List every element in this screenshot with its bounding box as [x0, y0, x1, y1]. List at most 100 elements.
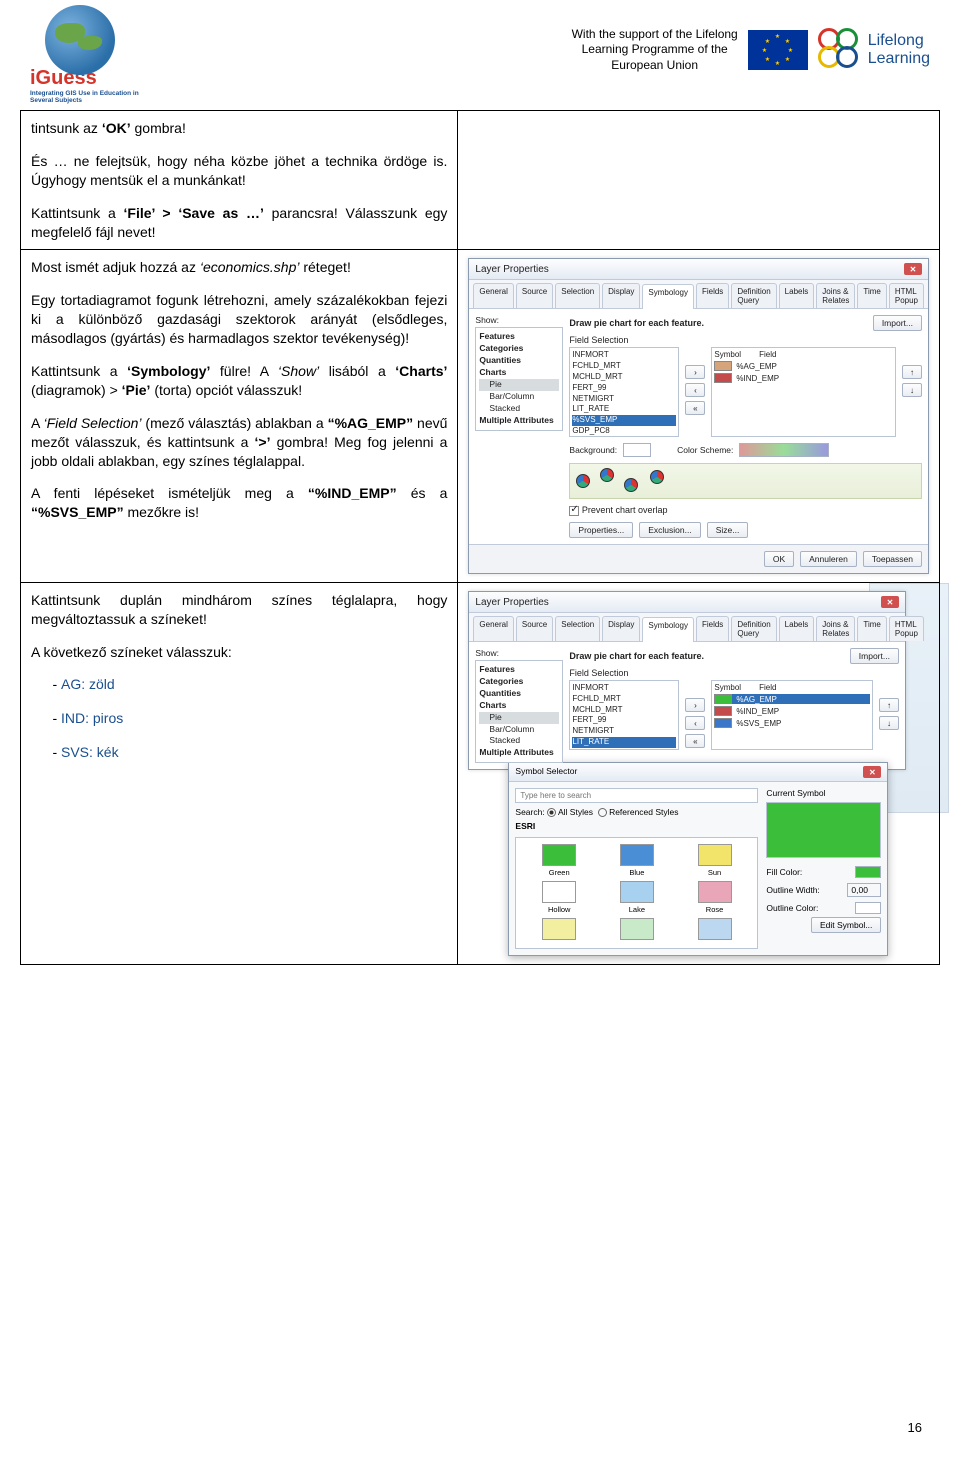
tab-display[interactable]: Display	[602, 616, 640, 641]
symbol-field-list[interactable]: Symbol Field %AG_EMP %IND_EMP %SVS_EMP	[711, 680, 873, 750]
tree-quantities[interactable]: Quantities	[479, 688, 559, 700]
tab-joins[interactable]: Joins & Relates	[816, 283, 855, 308]
tree-categories[interactable]: Categories	[479, 676, 559, 688]
outlinecolor-picker[interactable]	[855, 902, 881, 914]
symbol-row[interactable]: %IND_EMP	[714, 373, 893, 383]
tab-html[interactable]: HTML Popup	[889, 283, 924, 308]
list-item-selected[interactable]: %SVS_EMP	[572, 415, 676, 426]
tab-source[interactable]: Source	[516, 283, 553, 308]
tab-joins[interactable]: Joins & Relates	[816, 616, 855, 641]
list-item[interactable]: LIT_RATE	[572, 737, 676, 748]
dialog-titlebar[interactable]: Layer Properties ✕	[469, 259, 928, 280]
tree-charts[interactable]: Charts	[479, 367, 559, 379]
exclusion-button[interactable]: Exclusion...	[639, 522, 700, 538]
symbol-search-input[interactable]	[515, 788, 758, 803]
edit-symbol-button[interactable]: Edit Symbol...	[811, 917, 881, 933]
fillcolor-picker[interactable]	[855, 866, 881, 878]
symbol-cell[interactable]: Sun	[678, 844, 752, 877]
symbol-row[interactable]: %AG_EMP	[714, 694, 870, 704]
remove-field-button[interactable]: ‹	[685, 716, 705, 730]
list-item[interactable]: MCHLD_MRT	[572, 372, 676, 383]
import-button[interactable]: Import...	[873, 315, 922, 331]
list-item[interactable]: LIT_RATE	[572, 404, 676, 415]
symbol-cell[interactable]: Rose	[678, 881, 752, 914]
list-item[interactable]: FERT_99	[572, 383, 676, 394]
import-button[interactable]: Import...	[850, 648, 899, 664]
symbol-cell[interactable]	[678, 918, 752, 942]
show-tree[interactable]: Features Categories Quantities Charts Pi…	[475, 660, 563, 763]
symbol-cell[interactable]: Green	[522, 844, 596, 877]
move-up-button[interactable]: ↑	[902, 365, 922, 379]
move-down-button[interactable]: ↓	[879, 716, 899, 730]
outlinewidth-input[interactable]: 0,00	[847, 883, 881, 897]
tab-labels[interactable]: Labels	[779, 616, 815, 641]
tab-source[interactable]: Source	[516, 616, 553, 641]
remove-all-button[interactable]: «	[685, 734, 705, 748]
move-up-button[interactable]: ↑	[879, 698, 899, 712]
tree-stacked[interactable]: Stacked	[479, 735, 559, 747]
ok-button[interactable]: OK	[764, 551, 794, 567]
tab-time[interactable]: Time	[857, 283, 886, 308]
symbol-cell[interactable]: Lake	[600, 881, 674, 914]
tab-selection[interactable]: Selection	[555, 283, 600, 308]
overlap-checkbox[interactable]	[569, 506, 579, 516]
tree-multiattr[interactable]: Multiple Attributes	[479, 415, 559, 427]
remove-field-button[interactable]: ‹	[685, 383, 705, 397]
list-item[interactable]: ENER_USE9	[572, 437, 676, 438]
tree-features[interactable]: Features	[479, 664, 559, 676]
tab-general[interactable]: General	[473, 283, 513, 308]
tab-general[interactable]: General	[473, 616, 513, 641]
size-button[interactable]: Size...	[707, 522, 749, 538]
radio-all-styles[interactable]	[547, 808, 556, 817]
tab-symbology[interactable]: Symbology	[642, 284, 694, 309]
add-field-button[interactable]: ›	[685, 365, 705, 379]
list-item[interactable]: FCHLD_MRT	[572, 694, 676, 705]
tree-stacked[interactable]: Stacked	[479, 403, 559, 415]
dialog-titlebar[interactable]: Layer Properties ✕	[469, 592, 905, 613]
field-list-left[interactable]: INFMORT FCHLD_MRT MCHLD_MRT FERT_99 NETM…	[569, 347, 679, 437]
tree-barcolumn[interactable]: Bar/Column	[479, 391, 559, 403]
tree-charts[interactable]: Charts	[479, 700, 559, 712]
move-down-button[interactable]: ↓	[902, 383, 922, 397]
tree-categories[interactable]: Categories	[479, 343, 559, 355]
list-item[interactable]: INFMORT	[572, 350, 676, 361]
show-tree[interactable]: Features Categories Quantities Charts Pi…	[475, 327, 563, 430]
list-item[interactable]: INFMORT	[572, 683, 676, 694]
list-item[interactable]: NETMIGRT	[572, 394, 676, 405]
tab-defquery[interactable]: Definition Query	[731, 616, 776, 641]
tree-multiattr[interactable]: Multiple Attributes	[479, 747, 559, 759]
symbol-cell[interactable]: Blue	[600, 844, 674, 877]
symbol-row[interactable]: %IND_EMP	[714, 706, 870, 716]
symbol-row[interactable]: %AG_EMP	[714, 361, 893, 371]
colorscheme-dropdown[interactable]	[739, 443, 829, 457]
cancel-button[interactable]: Annuleren	[800, 551, 857, 567]
tree-barcolumn[interactable]: Bar/Column	[479, 724, 559, 736]
radio-referenced-styles[interactable]	[598, 808, 607, 817]
list-item[interactable]: GDP_PC8	[572, 426, 676, 437]
symbol-field-list[interactable]: Symbol Field %AG_EMP %IND_EMP	[711, 347, 896, 437]
symbol-cell[interactable]: Hollow	[522, 881, 596, 914]
dialog-titlebar[interactable]: Symbol Selector ✕	[509, 763, 887, 782]
background-swatch[interactable]	[623, 443, 651, 457]
close-icon[interactable]: ✕	[904, 263, 922, 275]
tab-symbology[interactable]: Symbology	[642, 617, 694, 642]
properties-button[interactable]: Properties...	[569, 522, 633, 538]
list-item[interactable]: FERT_99	[572, 715, 676, 726]
tab-display[interactable]: Display	[602, 283, 640, 308]
tab-fields[interactable]: Fields	[696, 283, 729, 308]
tab-defquery[interactable]: Definition Query	[731, 283, 776, 308]
tree-pie[interactable]: Pie	[479, 712, 559, 724]
tab-fields[interactable]: Fields	[696, 616, 729, 641]
list-item[interactable]: NETMIGRT	[572, 726, 676, 737]
remove-all-button[interactable]: «	[685, 401, 705, 415]
tab-time[interactable]: Time	[857, 616, 886, 641]
field-list-left[interactable]: INFMORT FCHLD_MRT MCHLD_MRT FERT_99 NETM…	[569, 680, 679, 750]
symbol-cell[interactable]	[522, 918, 596, 942]
list-item[interactable]: FCHLD_MRT	[572, 361, 676, 372]
list-item[interactable]: ENER_USE9	[572, 748, 676, 750]
add-field-button[interactable]: ›	[685, 698, 705, 712]
tree-quantities[interactable]: Quantities	[479, 355, 559, 367]
tab-labels[interactable]: Labels	[779, 283, 815, 308]
tab-selection[interactable]: Selection	[555, 616, 600, 641]
apply-button[interactable]: Toepassen	[863, 551, 922, 567]
